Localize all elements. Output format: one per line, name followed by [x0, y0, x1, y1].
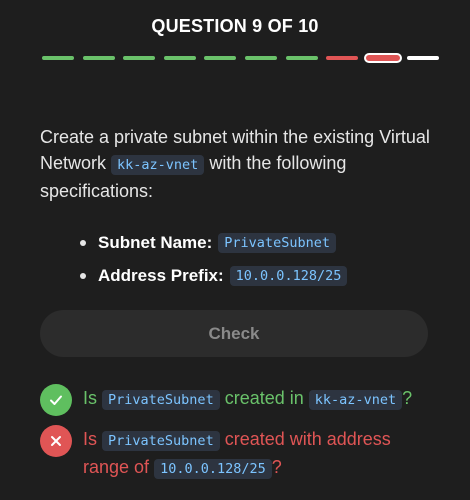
result-text-pre: Is — [83, 429, 98, 449]
progress-segment-4 — [163, 56, 196, 60]
spec-value-code: PrivateSubnet — [218, 232, 336, 253]
progress-segment-5 — [204, 56, 237, 60]
progress-segment-9-current — [363, 53, 402, 63]
result-item-fail: Is PrivateSubnet created with address ra… — [40, 425, 440, 482]
result-text-post: ? — [271, 457, 282, 477]
result-text-mid: created in — [224, 388, 304, 408]
result-item-pass: Is PrivateSubnet created in kk-az-vnet? — [40, 384, 440, 416]
result-text-pre: Is — [83, 388, 98, 408]
progress-segment-3 — [123, 56, 156, 60]
check-icon — [40, 384, 72, 416]
result-code-subnet: PrivateSubnet — [102, 390, 220, 410]
spec-item-address-prefix: Address Prefix: 10.0.0.128/25 — [80, 259, 348, 292]
spec-item-subnet-name: Subnet Name: PrivateSubnet — [80, 226, 347, 259]
question-counter: QUESTION 9 OF 10 — [151, 16, 319, 36]
result-text: Is PrivateSubnet created in kk-az-vnet? — [83, 384, 412, 413]
spec-list: Subnet Name: PrivateSubnet Address Prefi… — [80, 226, 348, 292]
progress-segment-7 — [285, 56, 318, 60]
bullet-icon — [80, 272, 86, 279]
quiz-page: QUESTION 9 OF 10 Create a private subnet… — [0, 0, 470, 500]
x-icon — [40, 425, 72, 457]
vnet-name-code: kk-az-vnet — [111, 155, 205, 175]
spec-label: Subnet Name: — [98, 232, 213, 252]
spec-label: Address Prefix: — [98, 265, 224, 285]
progress-segment-10 — [407, 56, 440, 60]
progress-bar — [42, 53, 440, 63]
result-code-vnet: kk-az-vnet — [308, 390, 403, 410]
result-code-prefix: 10.0.0.128/25 — [154, 459, 272, 479]
spec-value-code: 10.0.0.128/25 — [229, 265, 348, 286]
bullet-icon — [80, 239, 86, 246]
progress-segment-1 — [42, 56, 74, 60]
progress-segment-8 — [326, 56, 359, 60]
check-button[interactable]: Check — [40, 310, 428, 357]
result-text: Is PrivateSubnet created with address ra… — [83, 425, 440, 482]
progress-segment-2 — [82, 56, 115, 60]
question-text: Create a private subnet within the exist… — [40, 124, 440, 204]
result-text-post: ? — [402, 388, 413, 408]
progress-segment-6 — [244, 56, 277, 60]
result-code-subnet: PrivateSubnet — [102, 431, 220, 451]
